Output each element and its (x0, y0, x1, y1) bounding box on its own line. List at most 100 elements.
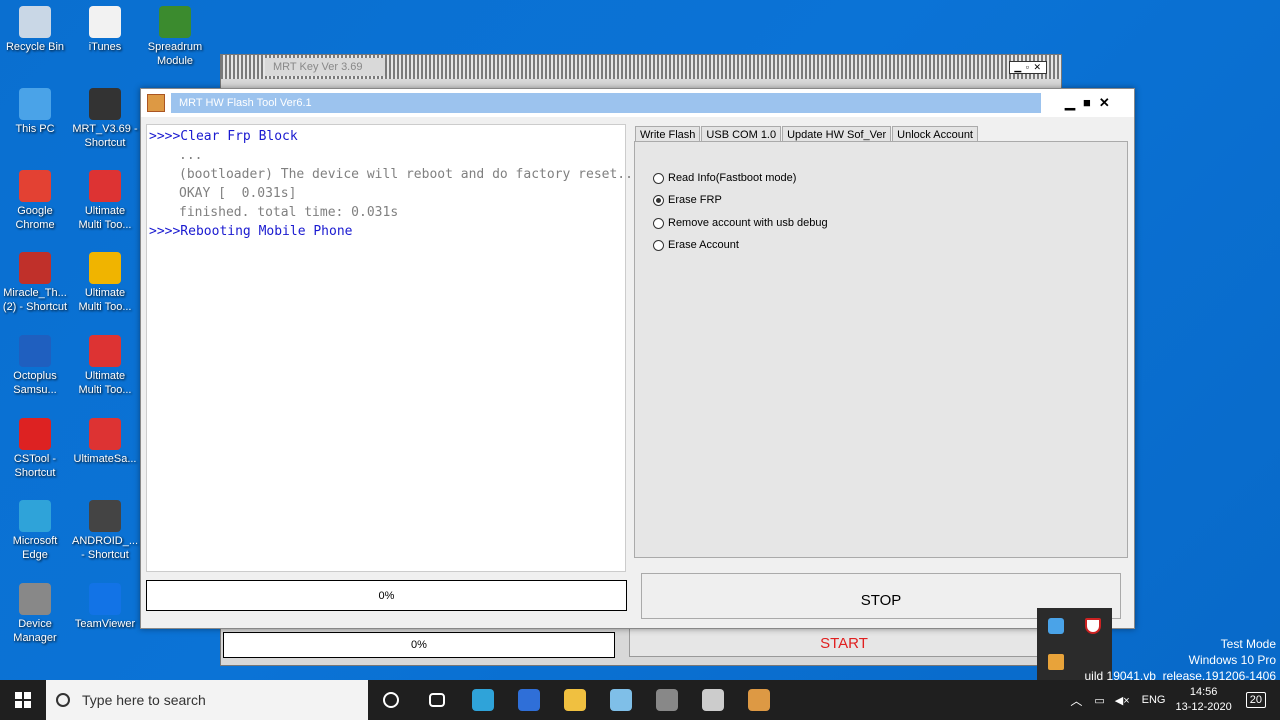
desktop-icon-label: CSTool - Shortcut (13, 453, 57, 479)
desktop-icon-label: iTunes (88, 41, 122, 53)
desktop-icon-label: MRT_V3.69 - Shortcut (72, 123, 138, 149)
mrt-key-title: MRT Key Ver 3.69 (265, 58, 385, 76)
mrt-key-titlebar[interactable]: MRT Key Ver 3.69 ▁ ▫ ✕ (221, 55, 1061, 79)
desktop-icon[interactable]: Ultimate Multi Too... (70, 335, 140, 397)
desktop-icon[interactable]: CSTool - Shortcut (0, 418, 70, 480)
usb-device-icon[interactable] (1048, 654, 1064, 670)
desktop-icon[interactable]: This PC (0, 88, 70, 136)
desktop-icon[interactable]: MRT_V3.69 - Shortcut (70, 88, 140, 150)
desktop-app-icon (89, 418, 121, 450)
desktop-icon[interactable]: TeamViewer (70, 583, 140, 631)
desktop-app-icon (89, 88, 121, 120)
taskbar-search-box[interactable]: Type here to search (46, 680, 368, 720)
radio-button[interactable] (653, 239, 664, 251)
desktop-icon[interactable]: Device Manager (0, 583, 70, 645)
radio-button[interactable] (653, 217, 664, 229)
radio-button[interactable] (653, 172, 664, 184)
options-panel: Read Info(Fastboot mode) Erase FRP Remove … (634, 141, 1128, 558)
desktop-icon-label: Spreadrum Module (147, 41, 203, 67)
option-radio-row[interactable]: Remove account with usb debug (653, 217, 828, 229)
desktop-app-icon (89, 335, 121, 367)
desktop-icon[interactable]: Ultimate Multi Too... (70, 170, 140, 232)
option-radio-row[interactable]: Read Info(Fastboot mode) (653, 172, 796, 184)
desktop-icon[interactable]: Microsoft Edge (0, 500, 70, 562)
close-button[interactable]: ✕ (1099, 95, 1110, 111)
desktop-app-icon (89, 6, 121, 38)
search-icon (56, 693, 70, 707)
desktop-icon-label: Ultimate Multi Too... (78, 287, 132, 313)
file-explorer-icon-glyph (564, 689, 586, 711)
log-line: OKAY [ 0.031s] (179, 186, 297, 201)
desktop-icon[interactable]: Miracle_Th... (2) - Shortcut (0, 252, 70, 314)
notepad-icon-glyph (610, 689, 632, 711)
desktop-icon[interactable]: Google Chrome (0, 170, 70, 232)
desktop-icon-label: Miracle_Th... (2) - Shortcut (2, 287, 68, 313)
tool-icon[interactable] (736, 680, 782, 720)
desktop-icon-label: This PC (15, 123, 55, 135)
test-mode-watermark: Test Mode Windows 10 Pro uild 19041.vb_r… (1085, 636, 1277, 684)
desktop-icon-label: Recycle Bin (5, 41, 65, 53)
log-line: >>>>Clear Frp Block (149, 129, 298, 144)
taskbar-apps (368, 680, 782, 720)
cortana-icon-glyph (383, 692, 399, 708)
notification-center-icon[interactable]: 20 (1245, 692, 1266, 708)
network-icon[interactable]: ▭ (1094, 694, 1104, 707)
desktop-icon-label: Google Chrome (15, 205, 55, 231)
mrt-key-window-controls[interactable]: ▁ ▫ ✕ (1009, 60, 1047, 74)
radio-label: Remove account with usb debug (668, 217, 828, 229)
volume-muted-icon[interactable]: ◀× (1115, 694, 1130, 707)
start-menu-button[interactable] (0, 680, 46, 720)
option-radio-row[interactable]: Erase Account (653, 239, 739, 251)
desktop-icon[interactable]: ANDROID_... - Shortcut (70, 500, 140, 562)
watermark-line-2: Windows 10 Pro (1188, 653, 1276, 667)
log-line: >>>>Rebooting Mobile Phone (149, 224, 353, 239)
option-radio-row[interactable]: Erase FRP (653, 194, 722, 206)
desktop-icon-label: Microsoft Edge (12, 535, 58, 561)
cortana-icon[interactable] (368, 680, 414, 720)
desktop-icon-label: UltimateSa... (73, 453, 137, 465)
desktop-app-icon (19, 500, 51, 532)
desktop-icon-label: TeamViewer (74, 618, 136, 630)
desktop-app-icon (89, 583, 121, 615)
notepad-icon[interactable] (598, 680, 644, 720)
flash-tool-title: MRT HW Flash Tool Ver6.1 (171, 93, 1041, 113)
search-placeholder: Type here to search (82, 692, 206, 708)
tray-chevron-up-icon[interactable]: ︿ (1070, 692, 1082, 709)
system-tray: ︿ ▭ ◀× ENG 14:56 13-12-2020 20 (1070, 680, 1280, 720)
mrt-hw-flash-window[interactable]: MRT HW Flash Tool Ver6.1 ▁ ■ ✕ >>>>Clear… (140, 88, 1135, 629)
log-line: ... (179, 148, 203, 163)
flash-tool-titlebar[interactable]: MRT HW Flash Tool Ver6.1 ▁ ■ ✕ (141, 89, 1134, 117)
log-line: finished. total time: 0.031s (179, 205, 399, 220)
clock-time: 14:56 (1189, 686, 1218, 698)
flash-progress-bar: 0% (146, 580, 627, 611)
language-indicator[interactable]: ENG (1142, 694, 1166, 706)
start-button[interactable]: START (629, 627, 1059, 657)
taskbar: Type here to search ︿ ▭ ◀× ENG 14:56 13-… (0, 680, 1280, 720)
desktop-icon[interactable]: Octoplus Samsu... (0, 335, 70, 397)
desktop-app-icon (19, 6, 51, 38)
radio-label: Erase FRP (668, 194, 722, 206)
log-output[interactable]: >>>>Clear Frp Block... (bootloader) The d… (146, 124, 641, 572)
edge-icon[interactable] (460, 680, 506, 720)
desktop-icon[interactable]: UltimateSa... (70, 418, 140, 466)
task-view-icon[interactable] (414, 680, 460, 720)
app-icon[interactable] (644, 680, 690, 720)
security-shield-icon[interactable] (1085, 618, 1101, 634)
network-app-icon[interactable] (1048, 618, 1064, 634)
maximize-button[interactable]: ■ (1083, 95, 1091, 111)
radio-label: Read Info(Fastboot mode) (668, 172, 797, 184)
store-icon[interactable] (506, 680, 552, 720)
desktop-icon[interactable]: Recycle Bin (0, 6, 70, 54)
desktop-icon[interactable]: iTunes (70, 6, 140, 54)
desktop-app-icon (19, 88, 51, 120)
desktop-icon-label: Ultimate Multi Too... (78, 370, 132, 396)
radio-button[interactable] (653, 194, 664, 206)
minimize-button[interactable]: ▁ (1065, 95, 1075, 111)
file-explorer-icon[interactable] (552, 680, 598, 720)
mrt-icon[interactable] (690, 680, 736, 720)
desktop-icon[interactable]: Ultimate Multi Too... (70, 252, 140, 314)
desktop-icon[interactable]: Spreadrum Module (140, 6, 210, 68)
desktop-app-icon (19, 335, 51, 367)
desktop-icon-label: ANDROID_... - Shortcut (71, 535, 138, 561)
clock[interactable]: 14:56 13-12-2020 (1175, 685, 1231, 715)
